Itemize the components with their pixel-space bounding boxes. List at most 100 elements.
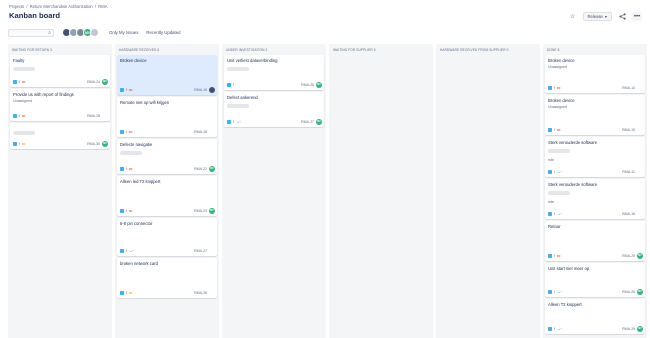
assignee-avatar[interactable]: MV	[316, 82, 322, 88]
assignee-avatar[interactable]	[209, 87, 215, 93]
only-my-issues-filter[interactable]: Only My Issues	[109, 30, 138, 35]
issue-key[interactable]: RMA-28	[87, 114, 100, 118]
issue-key[interactable]: RMA-29	[622, 327, 635, 331]
issue-card[interactable]: Broken device Unassigned ! ••• RMA-14	[545, 55, 645, 93]
assignee-avatar[interactable]: MV	[637, 289, 643, 295]
issue-card[interactable]: Alleen T2 knippert! →· RMA-29 MV	[545, 299, 645, 334]
breadcrumb-project[interactable]: Return Merchandise Authorization	[30, 4, 93, 9]
issue-key[interactable]: RMA-14	[622, 86, 635, 90]
issue-title: broken network card	[120, 261, 158, 266]
issue-card[interactable]: Retour! ••• RMA-20 MV	[545, 221, 645, 261]
issue-key[interactable]: RMA-11	[622, 170, 635, 174]
flag-icon: !	[125, 291, 127, 295]
issue-type-icon	[548, 86, 552, 90]
issue-card[interactable]: 6-8 pin connector! →· RMA-27	[117, 218, 217, 256]
issue-subtitle: Unassigned	[548, 65, 567, 69]
issue-card[interactable]: Unit start niet meer op! →· RMA-26 MV	[545, 263, 645, 297]
issue-card[interactable]: Broken device Unassigned! ••• RMA-15	[545, 95, 645, 135]
issue-type-icon	[13, 114, 17, 118]
board-column[interactable]: WAITING FOR SUPPLIER 0	[329, 44, 433, 338]
release-label: Release	[587, 14, 603, 19]
issue-card[interactable]: broken network card ! ••• RMA-26	[117, 258, 217, 298]
avatar-filter: MV	[62, 28, 99, 37]
issue-type-icon	[120, 88, 124, 92]
share-icon[interactable]	[617, 12, 627, 21]
column-header: DONE 8	[547, 48, 560, 52]
issue-card[interactable]: ! ••• RMA-30 MV	[10, 123, 110, 149]
redacted-text	[120, 151, 142, 155]
issue-key[interactable]: RMA-19	[194, 88, 207, 92]
issue-card[interactable]: Faulty! ••• RMA-24 MV	[10, 55, 110, 87]
assignee-avatar[interactable]: MV	[316, 119, 322, 125]
issue-key[interactable]: RMA-15	[622, 128, 635, 132]
issue-key[interactable]: RMA-20	[622, 254, 635, 258]
issue-card[interactable]: Defect ankerend! →· RMA-27 MV	[224, 92, 324, 127]
redacted-text	[227, 67, 249, 71]
search-input[interactable]: ⌕	[8, 28, 54, 37]
flag-icon: !	[125, 167, 127, 171]
issue-title: Defecte navigatie	[120, 142, 153, 147]
priority-icon: →·	[556, 170, 562, 174]
issue-card[interactable]: Sterk verouderde software nde! →· RMA-11	[545, 137, 645, 177]
issue-title: Broken device	[548, 58, 575, 63]
assignee-avatar[interactable]: MV	[102, 141, 108, 147]
issue-key[interactable]: RMA-30	[87, 142, 100, 146]
priority-icon: •••	[128, 130, 133, 134]
issue-card[interactable]: Alleen led T2 knippert! ••• RMA-23 MV	[117, 176, 217, 216]
issue-key[interactable]: RMA-26	[622, 290, 635, 294]
issue-type-icon	[13, 142, 17, 146]
flag-icon: !	[553, 212, 555, 216]
issue-key[interactable]: RMA-22	[194, 167, 207, 171]
release-button[interactable]: Release ▾	[582, 12, 612, 21]
issue-card[interactable]: Unit verliest dataverbinding! RMA-25 MV	[224, 55, 324, 90]
recently-updated-filter[interactable]: Recently Updated	[146, 30, 180, 35]
issue-key[interactable]: RMA-27	[194, 249, 207, 253]
column-header: UNDER INVESTIGATION 2	[226, 48, 268, 52]
board-column[interactable]: DONE 8 Broken device Unassigned! ••• RMA-14 B…	[543, 44, 647, 338]
board-column[interactable]: HARDWARE RECEIVED 6 Broken device! ••• RMA-…	[115, 44, 219, 338]
issue-key[interactable]: RMA-16	[622, 212, 635, 216]
toolbar: ⌕ MV Only My Issues Recently Updated	[8, 28, 181, 37]
issue-key[interactable]: RMA-24	[87, 80, 100, 84]
card-footer: ! •••	[120, 291, 132, 295]
issue-card[interactable]: Broken device! ••• RMA-19	[117, 55, 217, 95]
issue-key[interactable]: RMA-18	[194, 130, 207, 134]
issue-type-icon	[120, 130, 124, 134]
issue-key[interactable]: RMA-26	[194, 291, 207, 295]
issue-title: Faulty	[13, 58, 25, 63]
issue-type-icon	[227, 120, 231, 124]
issue-key[interactable]: RMA-25	[301, 83, 314, 87]
breadcrumb-board[interactable]: RMA	[98, 4, 107, 9]
star-icon[interactable]: ☆	[568, 12, 578, 21]
card-footer: ! •••	[548, 86, 560, 90]
issue-key[interactable]: RMA-23	[194, 209, 207, 213]
avatar[interactable]	[90, 28, 99, 37]
issue-type-icon	[227, 83, 231, 87]
board-column[interactable]: HARDWARE RECEIVED FROM SUPPLIER 0	[436, 44, 540, 338]
issue-card[interactable]: Remote niet op wifi krijgen! ••• RMA-18	[117, 97, 217, 137]
issue-subtitle: nde	[548, 200, 554, 204]
issue-type-icon	[120, 291, 124, 295]
redacted-text	[13, 131, 35, 135]
issue-card[interactable]: Provide us with report of findings Unassi…	[10, 89, 110, 121]
breadcrumb-projects[interactable]: Projects	[9, 4, 24, 9]
issue-key[interactable]: RMA-27	[301, 120, 314, 124]
more-icon[interactable]: •••	[632, 12, 642, 21]
issue-card[interactable]: Defecte navigatie! ••• RMA-22 MV	[117, 139, 217, 174]
issue-type-icon	[548, 128, 552, 132]
issue-card[interactable]: Sterk verouderde software nde! →· RMA-16	[545, 179, 645, 219]
assignee-avatar[interactable]: MV	[102, 79, 108, 85]
assignee-avatar[interactable]: MV	[637, 253, 643, 259]
board-column[interactable]: WAITING FOR RETURN 3 Faulty! ••• RMA-24 MV Pr…	[8, 44, 112, 338]
issue-subtitle: Unassigned	[13, 99, 32, 103]
flag-icon: !	[553, 254, 555, 258]
issue-title: Defect ankerend	[227, 95, 258, 100]
redacted-text	[13, 67, 35, 71]
card-footer: ! →·	[548, 212, 562, 216]
assignee-avatar[interactable]: MV	[209, 166, 215, 172]
board-column[interactable]: UNDER INVESTIGATION 2 Unit verliest datav…	[222, 44, 326, 338]
issue-subtitle: Unassigned	[548, 105, 567, 109]
assignee-avatar[interactable]: MV	[209, 208, 215, 214]
assignee-avatar[interactable]: MV	[637, 326, 643, 332]
flag-icon: !	[553, 170, 555, 174]
